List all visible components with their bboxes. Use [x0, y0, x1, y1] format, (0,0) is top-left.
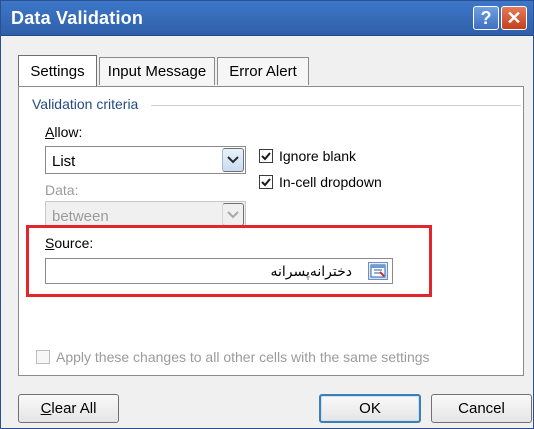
clear-all-mnemonic: C	[40, 400, 52, 417]
ignore-blank-label: Ignore blank	[279, 148, 357, 164]
in-cell-dropdown-box[interactable]	[259, 175, 273, 189]
chevron-down-icon	[227, 156, 239, 164]
apply-all-checkbox[interactable]: Apply these changes to all other cells w…	[36, 349, 430, 365]
ok-button[interactable]: OK	[319, 394, 421, 423]
allow-label-rest: llow:	[54, 124, 83, 140]
ignore-blank-checkbox[interactable]: Ignore blank	[259, 148, 356, 164]
source-label: Source:	[45, 235, 93, 251]
clear-all-button[interactable]: Clear All	[18, 394, 119, 423]
data-dropdown-button[interactable]	[222, 203, 244, 226]
tab-error-alert-label: Error Alert	[229, 63, 297, 80]
tab-input-message[interactable]: Input Message	[99, 57, 215, 85]
data-value: between	[52, 208, 109, 225]
tab-settings[interactable]: Settings	[18, 55, 97, 86]
help-button[interactable]: ?	[473, 6, 499, 30]
allow-value: List	[52, 153, 76, 170]
dialog-title: Data Validation	[11, 8, 144, 28]
data-dropdown[interactable]: between	[45, 201, 246, 228]
ignore-blank-box[interactable]	[259, 149, 273, 163]
clear-all-rest: lear All	[51, 400, 97, 417]
tab-error-alert[interactable]: Error Alert	[217, 57, 309, 85]
checkmark-icon	[261, 152, 271, 161]
source-label-mnemonic: S	[45, 235, 55, 251]
close-icon: ✕	[506, 7, 522, 28]
allow-label: Allow:	[45, 124, 82, 140]
title-bar[interactable]: Data Validation ? ✕	[1, 1, 533, 36]
in-cell-dropdown-label: In-cell dropdown	[279, 174, 382, 190]
chevron-down-icon	[227, 210, 239, 218]
close-button[interactable]: ✕	[501, 6, 527, 30]
cancel-label: Cancel	[458, 400, 505, 417]
data-validation-dialog: Data Validation ? ✕ Settings Input Messa…	[0, 0, 534, 429]
question-mark-icon: ?	[480, 7, 492, 28]
source-input[interactable]: دختر‌انه‌پسرانه	[45, 258, 393, 284]
group-divider	[151, 105, 521, 106]
tab-input-message-label: Input Message	[107, 63, 207, 80]
allow-dropdown[interactable]: List	[45, 146, 246, 174]
range-selector-icon	[370, 264, 386, 278]
data-label: Data:	[45, 182, 79, 198]
allow-label-mnemonic: A	[45, 124, 55, 140]
in-cell-dropdown-checkbox[interactable]: In-cell dropdown	[259, 174, 382, 190]
source-label-rest: ource:	[54, 235, 94, 251]
allow-dropdown-button[interactable]	[222, 148, 244, 172]
apply-all-box[interactable]	[36, 350, 50, 364]
validation-criteria-heading: Validation criteria	[32, 96, 139, 112]
range-selector-button[interactable]	[368, 262, 388, 280]
tab-settings-label: Settings	[30, 62, 85, 80]
ok-label: OK	[359, 400, 381, 417]
cancel-button[interactable]: Cancel	[431, 394, 532, 423]
source-value: دختر‌انه‌پسرانه	[270, 264, 352, 280]
checkmark-icon	[261, 178, 271, 187]
apply-all-label: Apply these changes to all other cells w…	[56, 349, 430, 365]
